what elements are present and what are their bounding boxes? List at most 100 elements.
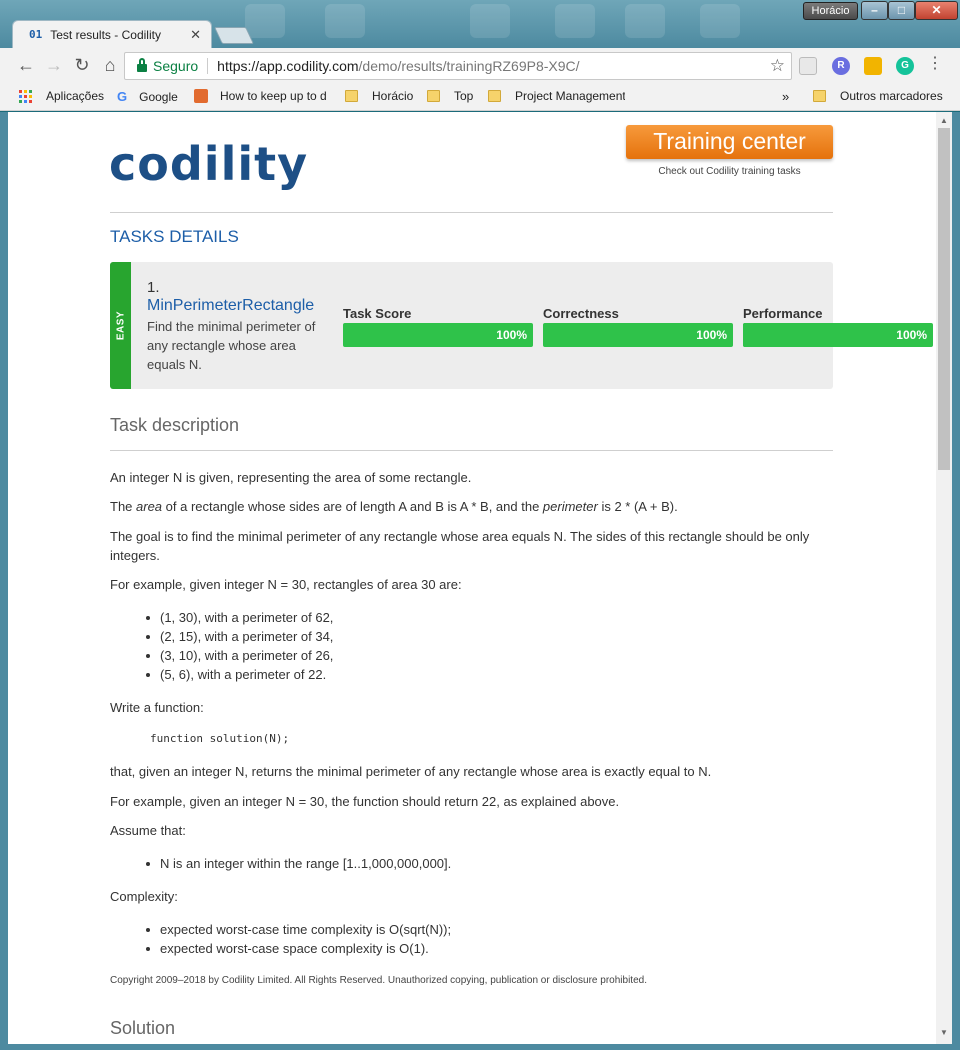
bookmarks-bar: Aplicações G Google How to keep up to d … (0, 84, 960, 111)
reload-icon[interactable]: ↻ (71, 54, 93, 76)
bookmark-others-label: Outros marcadores (840, 89, 943, 103)
list-item: (2, 15), with a perimeter of 34, (140, 627, 333, 646)
description-paragraph: Complexity: (110, 889, 178, 904)
tab-close-icon[interactable]: ✕ (190, 27, 201, 43)
description-paragraph: The goal is to find the minimal perimete… (110, 529, 810, 563)
list-item: (1, 30), with a perimeter of 62, (140, 608, 333, 627)
lock-icon (137, 58, 147, 72)
list-item: N is an integer within the range [1..1,0… (140, 854, 451, 873)
extension-r-icon[interactable]: R (832, 57, 850, 75)
description-paragraph: For example, given integer N = 30, recta… (110, 577, 462, 592)
training-center-subtitle: Check out Codility training tasks (658, 166, 801, 177)
close-window-button[interactable]: ✕ (915, 1, 958, 20)
back-arrow-icon[interactable]: ← (15, 54, 37, 76)
site-icon (194, 89, 208, 103)
task-name-link[interactable]: MinPerimeterRectangle (147, 297, 314, 315)
bookmark-folder-horacio[interactable]: Horácio (345, 89, 413, 103)
bookmark-star-icon[interactable]: ☆ (770, 56, 785, 76)
copyright-notice: Copyright 2009–2018 by Codility Limited.… (110, 975, 647, 986)
description-paragraph: that, given an integer N, returns the mi… (110, 764, 712, 779)
list-item: (3, 10), with a perimeter of 26, (140, 646, 333, 665)
address-bar[interactable]: Seguro https://app.codility.com/demo/res… (124, 52, 792, 80)
solution-heading: Solution (110, 1018, 176, 1038)
window-frame-right (952, 112, 960, 1050)
bookmark-google-label: Google (139, 89, 178, 104)
scrollbar-thumb[interactable] (938, 128, 950, 470)
address-divider (207, 58, 209, 74)
list-item: expected worst-case time complexity is O… (140, 920, 451, 939)
description-paragraph: The area of a rectangle whose sides are … (110, 497, 845, 516)
task-score-bar: 100% (343, 323, 533, 347)
bookmark-how-to[interactable]: How to keep up to d (194, 89, 332, 103)
text-span: of a rectangle whose sides are of length… (162, 499, 543, 514)
complexity-list: expected worst-case time complexity is O… (140, 920, 451, 958)
performance-label: Performance (743, 306, 823, 321)
minimize-button[interactable]: – (861, 1, 888, 20)
bookmark-google[interactable]: G Google (117, 89, 178, 104)
list-item: expected worst-case space complexity is … (140, 939, 451, 958)
bookmark-folder-top[interactable]: Top (427, 89, 473, 103)
folder-icon (488, 90, 501, 102)
home-icon[interactable]: ⌂ (99, 54, 121, 76)
training-center-button[interactable]: Training center (626, 125, 833, 159)
bookmark-apps[interactable]: Aplicações (19, 89, 104, 103)
description-paragraph: An integer N is given, representing the … (110, 470, 472, 485)
correctness-bar: 100% (543, 323, 733, 347)
codility-logo[interactable]: codility (109, 138, 308, 190)
forward-arrow-icon[interactable]: → (43, 54, 65, 76)
tab-title: Test results - Codility (50, 27, 161, 42)
task-summary-card: EASY 1. MinPerimeterRectangle Find the m… (110, 262, 833, 389)
difficulty-label: EASY (115, 310, 127, 341)
url-host: https://app.codility.com (217, 58, 359, 74)
grammarly-icon[interactable]: G (896, 57, 914, 75)
bookmark-folder-project[interactable]: Project Management (488, 89, 625, 103)
window-frame-bottom (0, 1044, 960, 1050)
bookmark-project-label: Project Management (515, 89, 625, 103)
bookmark-other-bookmarks[interactable]: Outros marcadores (813, 89, 943, 103)
scroll-down-arrow-icon[interactable]: ▼ (936, 1026, 952, 1040)
background-blur (325, 4, 365, 38)
extension-lock-icon[interactable] (864, 57, 882, 75)
codility-favicon-icon: 01 (29, 28, 43, 41)
task-score-label: Task Score (343, 306, 412, 321)
bookmark-top-label: Top (454, 89, 474, 103)
extension-page-icon[interactable] (799, 57, 817, 75)
maximize-button[interactable]: □ (888, 1, 915, 20)
background-blur (555, 4, 595, 38)
background-blur (700, 4, 740, 38)
scroll-up-arrow-icon[interactable]: ▲ (936, 114, 952, 128)
divider (110, 450, 833, 451)
folder-icon (813, 90, 826, 102)
performance-bar-value: 100% (743, 323, 933, 347)
background-blur (470, 4, 510, 38)
bookmark-apps-label: Aplicações (46, 89, 105, 103)
bookmark-how-to-label: How to keep up to d (220, 89, 327, 103)
divider (110, 212, 833, 213)
tasks-details-heading: TASKS DETAILS (110, 227, 239, 246)
apps-grid-icon (19, 89, 32, 103)
page-content: codility Training center Check out Codil… (8, 112, 952, 1044)
bookmarks-overflow-chevron-icon[interactable]: » (782, 89, 789, 104)
browser-toolbar: ← → ↻ ⌂ Seguro https://app.codility.com /… (0, 48, 960, 84)
task-short-description: Find the minimal perimeter of any rectan… (147, 319, 316, 372)
assumptions-list: N is an integer within the range [1..1,0… (140, 854, 451, 873)
list-item: (5, 6), with a perimeter of 22. (140, 665, 333, 684)
logo-text: codility (109, 137, 309, 191)
correctness-label: Correctness (543, 306, 619, 321)
task-number: 1. (147, 279, 160, 296)
description-paragraph: For example, given an integer N = 30, th… (110, 794, 620, 809)
description-paragraph: Assume that: (110, 823, 186, 838)
browser-menu-icon[interactable]: ⋮ (927, 56, 943, 72)
function-signature-code: function solution(N); (150, 732, 290, 745)
browser-tab-active[interactable]: 01 Test results - Codility ✕ (12, 20, 212, 48)
background-blur (625, 4, 665, 38)
bookmark-horacio-label: Horácio (372, 89, 414, 103)
profile-user-badge[interactable]: Horácio (803, 2, 858, 20)
window-frame-left (0, 112, 8, 1050)
description-paragraph: Write a function: (110, 700, 204, 715)
emphasis-perimeter: perimeter (542, 499, 598, 514)
difficulty-strip: EASY (110, 262, 131, 389)
url-path: /demo/results/trainingRZ69P8-X9C/ (358, 58, 580, 74)
examples-list: (1, 30), with a perimeter of 62, (2, 15)… (140, 608, 333, 684)
emphasis-area: area (136, 499, 163, 514)
